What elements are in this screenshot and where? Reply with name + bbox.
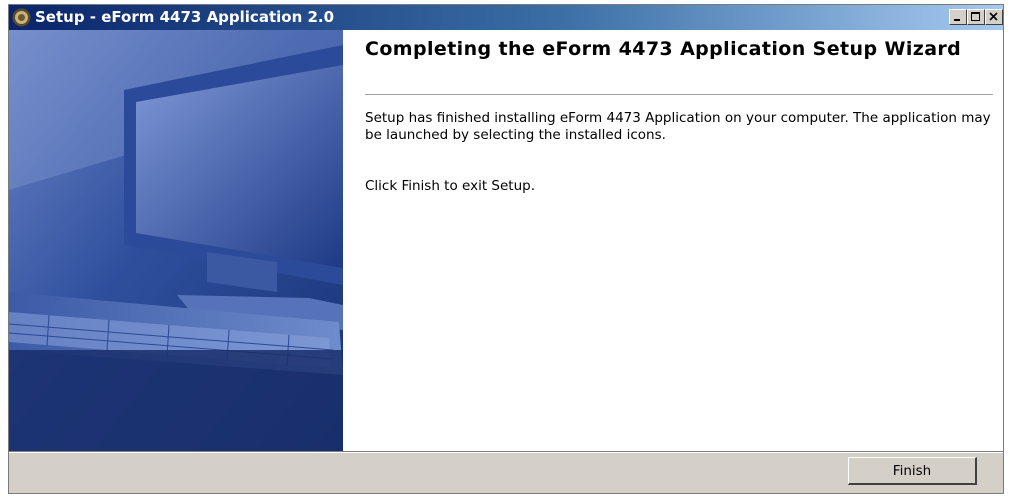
title-bar[interactable]: Setup - eForm 4473 Application 2.0 <box>9 5 1003 30</box>
setup-wizard-window: Setup - eForm 4473 Application 2.0 Compl… <box>8 4 1004 494</box>
wizard-content: Completing the eForm 4473 Application Se… <box>343 30 1003 451</box>
minimize-icon <box>954 19 960 21</box>
computer-monitor-illustration <box>9 30 343 451</box>
exit-instruction: Click Finish to exit Setup. <box>365 178 536 194</box>
close-button[interactable] <box>985 9 1003 25</box>
close-icon <box>989 12 998 21</box>
finish-button[interactable]: Finish <box>848 457 977 485</box>
completion-message: Setup has finished installing eForm 4473… <box>365 110 991 143</box>
wizard-side-image <box>9 30 343 451</box>
minimize-button[interactable] <box>949 9 967 25</box>
setup-seal-icon <box>12 8 31 27</box>
heading-divider <box>365 94 993 95</box>
maximize-icon <box>971 12 980 21</box>
button-area-divider <box>9 451 1003 453</box>
page-heading: Completing the eForm 4473 Application Se… <box>365 38 962 60</box>
window-title: Setup - eForm 4473 Application 2.0 <box>35 8 335 26</box>
maximize-button[interactable] <box>967 9 985 25</box>
